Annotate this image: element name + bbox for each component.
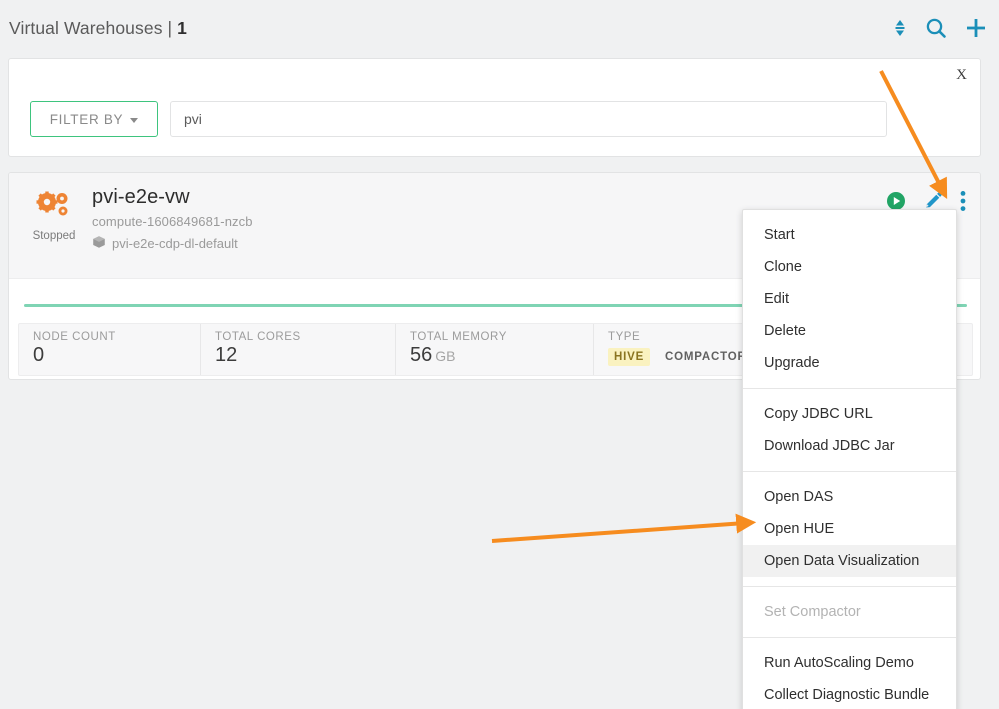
menu-item-open-das[interactable]: Open DAS xyxy=(743,481,956,513)
status-label: Stopped xyxy=(26,230,82,242)
menu-group-open-apps: Open DAS Open HUE Open Data Visualizatio… xyxy=(743,480,956,578)
menu-divider xyxy=(743,586,956,587)
search-icon[interactable] xyxy=(925,17,947,39)
menu-item-run-autoscaling-demo[interactable]: Run AutoScaling Demo xyxy=(743,647,956,679)
stat-unit: GB xyxy=(435,348,455,364)
status-badge: HIVE xyxy=(608,348,650,366)
gears-icon xyxy=(34,208,74,225)
warehouse-status: Stopped xyxy=(26,191,82,242)
virtual-warehouses-page: Virtual Warehouses | 1 xyxy=(0,0,999,709)
kebab-menu-icon[interactable] xyxy=(960,190,966,212)
stat-node-count: NODE COUNT 0 xyxy=(19,324,201,375)
menu-group-jdbc: Copy JDBC URL Download JDBC Jar xyxy=(743,397,956,463)
stat-value: 12 xyxy=(215,344,395,367)
sort-updown-icon[interactable] xyxy=(893,18,907,38)
menu-divider xyxy=(743,471,956,472)
menu-item-edit[interactable]: Edit xyxy=(743,283,956,315)
pencil-icon[interactable] xyxy=(923,191,943,211)
filter-by-label: FILTER BY xyxy=(50,112,124,127)
menu-item-open-hue[interactable]: Open HUE xyxy=(743,513,956,545)
play-icon[interactable] xyxy=(886,191,906,211)
stat-total-memory: TOTAL MEMORY 56GB xyxy=(396,324,594,375)
arrow-to-open-data-visualization xyxy=(492,523,745,541)
header-actions xyxy=(893,0,987,56)
warehouse-name[interactable]: pvi-e2e-vw xyxy=(92,186,253,209)
warehouse-environment-label: pvi-e2e-cdp-dl-default xyxy=(112,236,238,251)
warehouse-count: 1 xyxy=(177,18,187,38)
page-title: Virtual Warehouses | 1 xyxy=(9,18,187,39)
status-badge: COMPACTOR xyxy=(659,348,753,366)
menu-item-upgrade[interactable]: Upgrade xyxy=(743,347,956,379)
menu-item-delete[interactable]: Delete xyxy=(743,315,956,347)
warehouse-compute-id: compute-1606849681-nzcb xyxy=(92,214,253,229)
stat-number: 56 xyxy=(410,344,432,366)
stat-label: NODE COUNT xyxy=(33,331,200,343)
page-title-text: Virtual Warehouses xyxy=(9,18,163,38)
menu-item-open-data-visualization[interactable]: Open Data Visualization xyxy=(743,545,956,577)
menu-item-clone[interactable]: Clone xyxy=(743,251,956,283)
cube-icon xyxy=(92,235,106,252)
menu-divider xyxy=(743,637,956,638)
menu-group-lifecycle: Start Clone Edit Delete Upgrade xyxy=(743,218,956,380)
stat-label: TOTAL MEMORY xyxy=(410,331,593,343)
page-header: Virtual Warehouses | 1 xyxy=(0,0,999,56)
menu-item-download-jdbc-jar[interactable]: Download JDBC Jar xyxy=(743,430,956,462)
menu-group-compactor: Set Compactor xyxy=(743,595,956,629)
menu-item-copy-jdbc-url[interactable]: Copy JDBC URL xyxy=(743,398,956,430)
filter-row: FILTER BY xyxy=(30,101,887,137)
chevron-down-icon xyxy=(130,118,138,123)
search-input[interactable] xyxy=(170,101,887,137)
stat-value: 56GB xyxy=(410,344,593,367)
menu-divider xyxy=(743,388,956,389)
page-title-separator: | xyxy=(168,18,173,38)
warehouse-titles: pvi-e2e-vw compute-1606849681-nzcb pvi-e… xyxy=(92,186,253,252)
menu-group-diagnostics: Run AutoScaling Demo Collect Diagnostic … xyxy=(743,646,956,709)
menu-item-start[interactable]: Start xyxy=(743,219,956,251)
menu-item-set-compactor: Set Compactor xyxy=(743,596,956,628)
menu-item-collect-diagnostic-bundle[interactable]: Collect Diagnostic Bundle xyxy=(743,679,956,709)
plus-icon[interactable] xyxy=(965,17,987,39)
close-icon[interactable]: X xyxy=(956,68,967,83)
warehouse-context-menu: Start Clone Edit Delete Upgrade Copy JDB… xyxy=(742,209,957,709)
stat-value: 0 xyxy=(33,344,200,367)
filter-by-button[interactable]: FILTER BY xyxy=(30,101,158,137)
filter-panel: X FILTER BY xyxy=(8,58,981,157)
stat-label: TOTAL CORES xyxy=(215,331,395,343)
stat-total-cores: TOTAL CORES 12 xyxy=(201,324,396,375)
warehouse-environment: pvi-e2e-cdp-dl-default xyxy=(92,235,253,252)
